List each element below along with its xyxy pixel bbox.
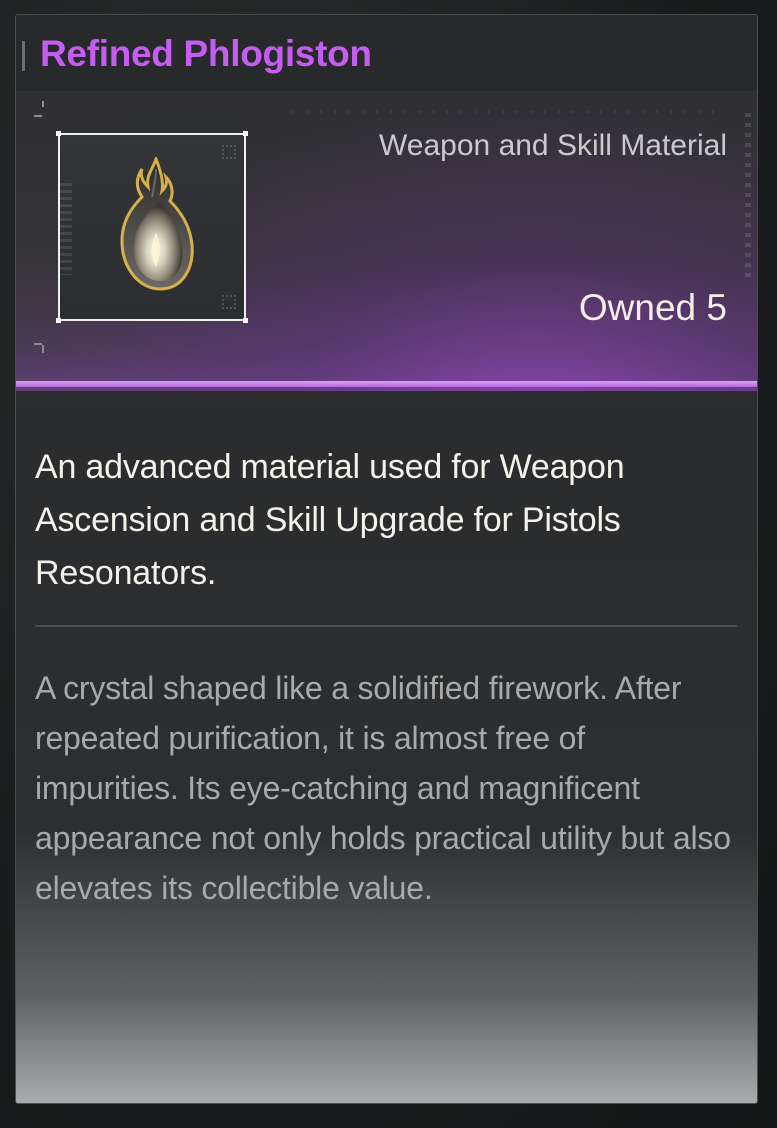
frame-glyph-decoration [222,295,236,309]
item-lore: A crystal shaped like a solidified firew… [35,670,731,906]
phlogiston-crystal-icon [120,157,194,291]
frame-corner-dot [243,318,248,323]
frame-side-decoration [60,183,72,275]
header-decoration-dots [286,109,726,115]
frame-corner-dot [56,318,61,323]
frame-corner-dot [243,131,248,136]
item-name: Refined Phlogiston [40,33,372,74]
item-detail-panel: Refined Phlogiston Weapon and Skill Mate… [15,14,758,1104]
item-header: Weapon and Skill Material Owned 5 [16,91,757,391]
title-accent-mark [22,41,25,71]
title-bar: Refined Phlogiston [16,15,757,91]
corner-tick-decoration [34,105,42,117]
frame-glyph-decoration [222,145,236,159]
tooltip-backdrop: Refined Phlogiston Weapon and Skill Mate… [0,0,777,1128]
frame-corner-dot [56,131,61,136]
item-icon-frame [56,131,248,323]
owned-count: Owned 5 [578,287,727,328]
header-decoration-bars [745,113,751,283]
item-category: Weapon and Skill Material [379,129,727,162]
corner-tick-decoration [42,101,44,107]
corner-tick-decoration [42,345,44,353]
item-summary: An advanced material used for Weapon Asc… [35,448,625,592]
corner-tick-decoration [34,343,42,355]
section-divider [35,625,737,627]
rarity-divider [16,381,757,387]
